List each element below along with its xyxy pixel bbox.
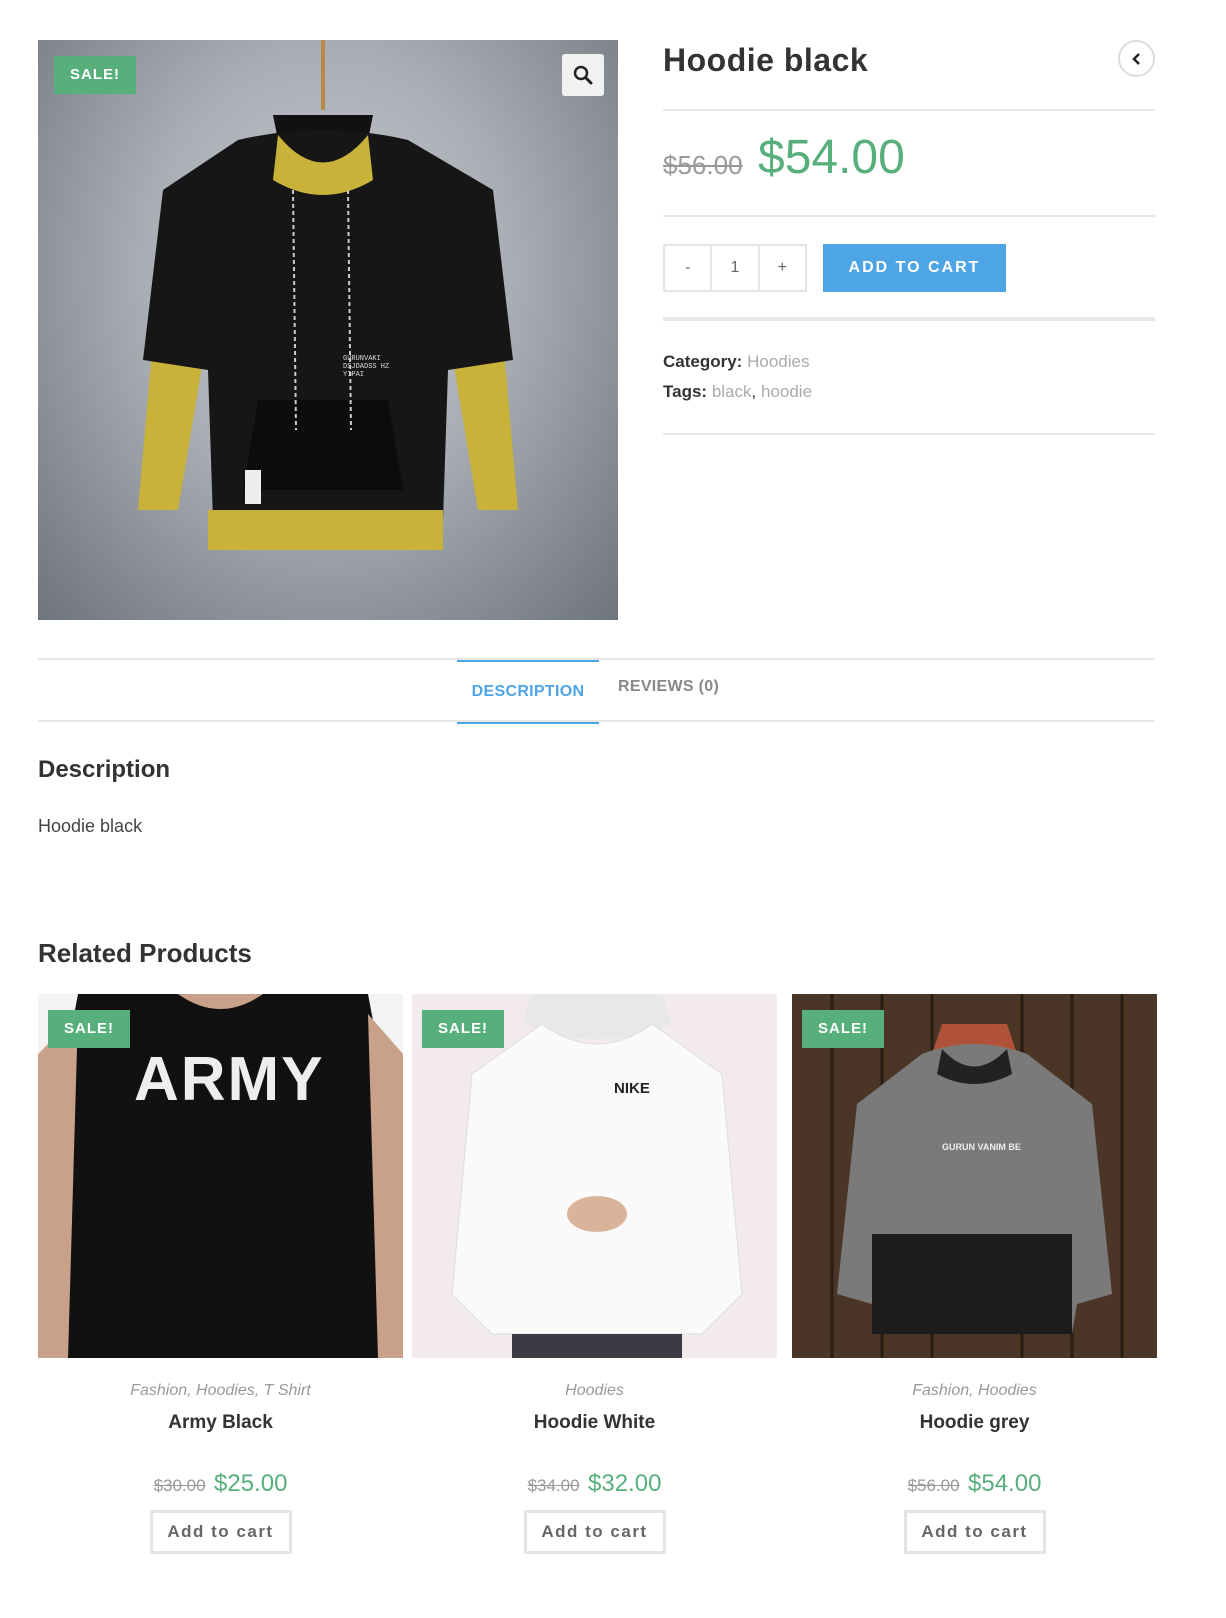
- add-to-cart-button[interactable]: Add to cart: [149, 1510, 292, 1554]
- product-categories[interactable]: Fashion, Hoodies, T Shirt: [38, 1382, 403, 1400]
- product-name[interactable]: Army Black: [38, 1412, 403, 1434]
- old-price: $30.00: [153, 1476, 206, 1495]
- product-categories[interactable]: Fashion, Hoodies: [792, 1382, 1157, 1400]
- related-products-heading: Related Products: [38, 938, 252, 968]
- chevron-left-icon: [1131, 52, 1140, 65]
- divider: [663, 109, 1155, 111]
- tab-reviews[interactable]: REVIEWS (0): [618, 678, 719, 696]
- add-to-cart-button[interactable]: ADD TO CART: [823, 244, 1006, 292]
- sale-badge: SALE!: [48, 1010, 130, 1048]
- tag-link[interactable]: black: [712, 382, 752, 401]
- sale-badge: SALE!: [422, 1010, 504, 1048]
- sale-price: $54.00: [758, 131, 905, 184]
- product-prices: $30.00 $25.00: [38, 1470, 403, 1498]
- hoodie-print-text: NIKE: [614, 1080, 650, 1097]
- category-link[interactable]: Hoodies: [747, 352, 809, 371]
- hoodie-print-text: GURUNVAKI DSJDADSS HZ YIPAI: [343, 355, 390, 379]
- product-prices: $34.00 $32.00: [412, 1470, 777, 1498]
- hoodie-grey-illustration: [792, 994, 1157, 1358]
- product-image[interactable]: NIKE SALE!: [412, 994, 777, 1358]
- related-product-card: GURUN VANIM BE SALE! Fashion, Hoodies Ho…: [792, 994, 1157, 1554]
- divider: [663, 433, 1155, 435]
- divider: [663, 215, 1155, 217]
- related-product-card: ARMY SALE! Fashion, Hoodies, T Shirt Arm…: [38, 994, 403, 1554]
- qty-plus-button[interactable]: +: [760, 246, 805, 290]
- product-image[interactable]: GURUN VANIM BE SALE!: [792, 994, 1157, 1358]
- product-prices: $56.00 $54.00: [792, 1470, 1157, 1498]
- hoodie-white-illustration: [412, 994, 777, 1358]
- tshirt-print-text: ARMY: [134, 1045, 325, 1114]
- product-name[interactable]: Hoodie White: [412, 1412, 777, 1434]
- product-category: Category: Hoodies: [663, 352, 809, 372]
- tag-link[interactable]: hoodie: [761, 382, 812, 401]
- add-to-cart-button[interactable]: Add to cart: [523, 1510, 666, 1554]
- product-image[interactable]: ARMY SALE!: [38, 994, 403, 1358]
- divider: [663, 317, 1155, 321]
- sale-badge: SALE!: [802, 1010, 884, 1048]
- tags-label: Tags:: [663, 382, 708, 401]
- add-to-cart-button[interactable]: Add to cart: [903, 1510, 1046, 1554]
- sale-price: $54.00: [968, 1470, 1042, 1497]
- quantity-stepper: - 1 +: [663, 244, 807, 292]
- product-tags: Tags: black, hoodie: [663, 382, 813, 401]
- product-name[interactable]: Hoodie grey: [792, 1412, 1157, 1434]
- product-title: Hoodie black: [663, 42, 869, 78]
- old-price: $34.00: [527, 1476, 580, 1495]
- product-categories[interactable]: Hoodies: [412, 1382, 777, 1400]
- back-button[interactable]: [1118, 40, 1155, 77]
- old-price: $56.00: [907, 1476, 960, 1495]
- search-icon: [573, 65, 593, 85]
- sale-price: $32.00: [588, 1470, 662, 1497]
- zoom-button[interactable]: [562, 54, 604, 96]
- related-product-card: NIKE SALE! Hoodies Hoodie White $34.00 $…: [412, 994, 777, 1554]
- category-label: Category:: [663, 352, 743, 371]
- sale-price: $25.00: [214, 1470, 288, 1497]
- quantity-input[interactable]: 1: [710, 246, 760, 290]
- old-price: $56.00: [663, 150, 743, 180]
- description-text: Hoodie black: [38, 816, 143, 836]
- hoodie-black-illustration: [138, 40, 518, 550]
- tab-description[interactable]: DESCRIPTION: [457, 660, 599, 724]
- sale-badge: SALE!: [54, 56, 136, 94]
- hoodie-print-text: GURUN VANIM BE: [942, 1142, 1021, 1152]
- qty-minus-button[interactable]: -: [665, 246, 710, 290]
- description-heading: Description: [38, 756, 171, 783]
- product-main-image[interactable]: GURUNVAKI DSJDADSS HZ YIPAI SALE!: [38, 40, 618, 620]
